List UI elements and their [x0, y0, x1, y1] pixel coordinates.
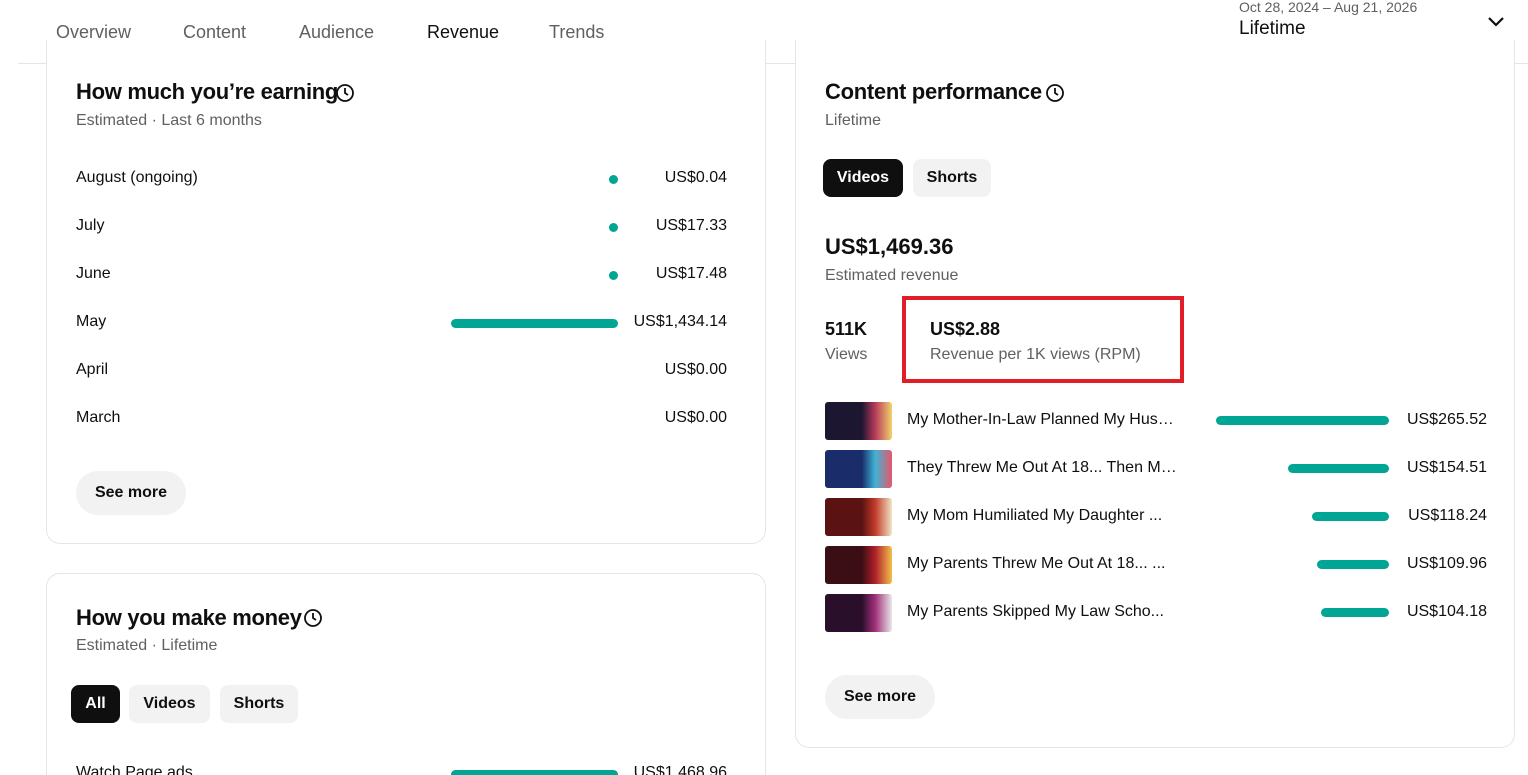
table-row[interactable]: They Threw Me Out At 18... Then Me... US$…: [825, 450, 1487, 488]
chevron-down-icon[interactable]: [1486, 12, 1506, 32]
month-label: March: [76, 409, 121, 426]
make-money-card: [46, 573, 766, 775]
clock-icon[interactable]: [303, 608, 323, 628]
video-title[interactable]: My Mother-In-Law Planned My Husband's...: [907, 411, 1182, 429]
video-revenue-bar: [1317, 560, 1389, 569]
list-item: March US$0.00: [76, 407, 727, 431]
month-value: US$0.00: [664, 409, 727, 426]
estimated-revenue-label: Estimated revenue: [825, 267, 959, 284]
revenue-dot: [609, 223, 618, 232]
month-value: US$1,434.14: [633, 313, 727, 330]
month-value: US$17.33: [655, 217, 727, 234]
chip-shorts[interactable]: Shorts: [220, 685, 298, 723]
table-row[interactable]: My Parents Skipped My Law Scho... US$104.…: [825, 594, 1487, 632]
content-performance-title: Content performance: [825, 79, 1042, 104]
video-thumbnail[interactable]: [825, 402, 892, 440]
chip-shorts[interactable]: Shorts: [913, 159, 991, 197]
video-revenue-bar: [1216, 416, 1389, 425]
rpm-value: US$2.88: [930, 319, 1001, 339]
month-label: August (ongoing): [76, 169, 198, 186]
video-title[interactable]: My Parents Skipped My Law Scho...: [907, 603, 1182, 621]
chip-all[interactable]: All: [71, 685, 120, 723]
list-item: July US$17.33: [76, 215, 727, 239]
video-revenue-value: US$265.52: [1406, 411, 1487, 428]
month-label: July: [76, 217, 105, 234]
clock-icon[interactable]: [1045, 83, 1065, 103]
revenue-dot: [609, 175, 618, 184]
video-revenue-bar: [1288, 464, 1389, 473]
content-performance-card: [795, 40, 1515, 748]
list-item: May US$1,434.14: [76, 311, 727, 335]
make-money-subtitle: Estimated · Lifetime: [76, 637, 218, 654]
make-money-title: How you make money: [76, 605, 302, 630]
month-value: US$0.04: [664, 169, 727, 186]
source-label: Watch Page ads: [76, 764, 193, 775]
date-range-text[interactable]: Oct 28, 2024 – Aug 21, 2026: [1239, 0, 1417, 15]
video-revenue-value: US$109.96: [1406, 555, 1487, 572]
video-revenue-value: US$104.18: [1406, 603, 1487, 620]
video-thumbnail[interactable]: [825, 594, 892, 632]
estimated-revenue-value: US$1,469.36: [825, 234, 954, 259]
content-performance-subtitle: Lifetime: [825, 112, 882, 129]
month-value: US$0.00: [664, 361, 727, 378]
video-title[interactable]: They Threw Me Out At 18... Then Me...: [907, 459, 1182, 477]
video-revenue-bar: [1312, 512, 1389, 521]
table-row[interactable]: My Mother-In-Law Planned My Husband's...…: [825, 402, 1487, 440]
rpm-label: Revenue per 1K views (RPM): [930, 346, 1141, 363]
chip-videos[interactable]: Videos: [823, 159, 903, 197]
clock-icon[interactable]: [335, 83, 355, 103]
table-row[interactable]: My Mom Humiliated My Daughter ... US$118.…: [825, 498, 1487, 536]
source-value: US$1,468.96: [633, 764, 727, 775]
earning-see-more-button[interactable]: See more: [76, 471, 186, 515]
video-revenue-value: US$118.24: [1408, 507, 1487, 524]
video-title[interactable]: My Parents Threw Me Out At 18... ...: [907, 555, 1182, 573]
list-item: Watch Page ads US$1,468.96: [76, 762, 727, 775]
date-range-label[interactable]: Lifetime: [1239, 18, 1306, 40]
views-value: 511K: [825, 319, 868, 339]
table-row[interactable]: My Parents Threw Me Out At 18... ... US$1…: [825, 546, 1487, 584]
earning-title: How much you’re earning: [76, 79, 339, 104]
earning-subtitle: Estimated · Last 6 months: [76, 112, 262, 129]
video-thumbnail[interactable]: [825, 546, 892, 584]
month-value: US$17.48: [655, 265, 727, 282]
source-bar: [451, 770, 618, 775]
revenue-dot: [609, 271, 618, 280]
views-label: Views: [825, 346, 868, 363]
list-item: August (ongoing) US$0.04: [76, 167, 727, 191]
month-label: June: [76, 265, 111, 282]
video-revenue-value: US$154.51: [1406, 459, 1487, 476]
month-label: April: [76, 361, 109, 378]
video-title[interactable]: My Mom Humiliated My Daughter ...: [907, 507, 1182, 525]
video-thumbnail[interactable]: [825, 450, 892, 488]
content-see-more-button[interactable]: See more: [825, 675, 935, 719]
list-item: April US$0.00: [76, 359, 727, 383]
chip-videos[interactable]: Videos: [129, 685, 210, 723]
video-revenue-bar: [1321, 608, 1389, 617]
list-item: June US$17.48: [76, 263, 727, 287]
video-thumbnail[interactable]: [825, 498, 892, 536]
month-label: May: [76, 313, 107, 330]
revenue-bar: [451, 319, 618, 328]
